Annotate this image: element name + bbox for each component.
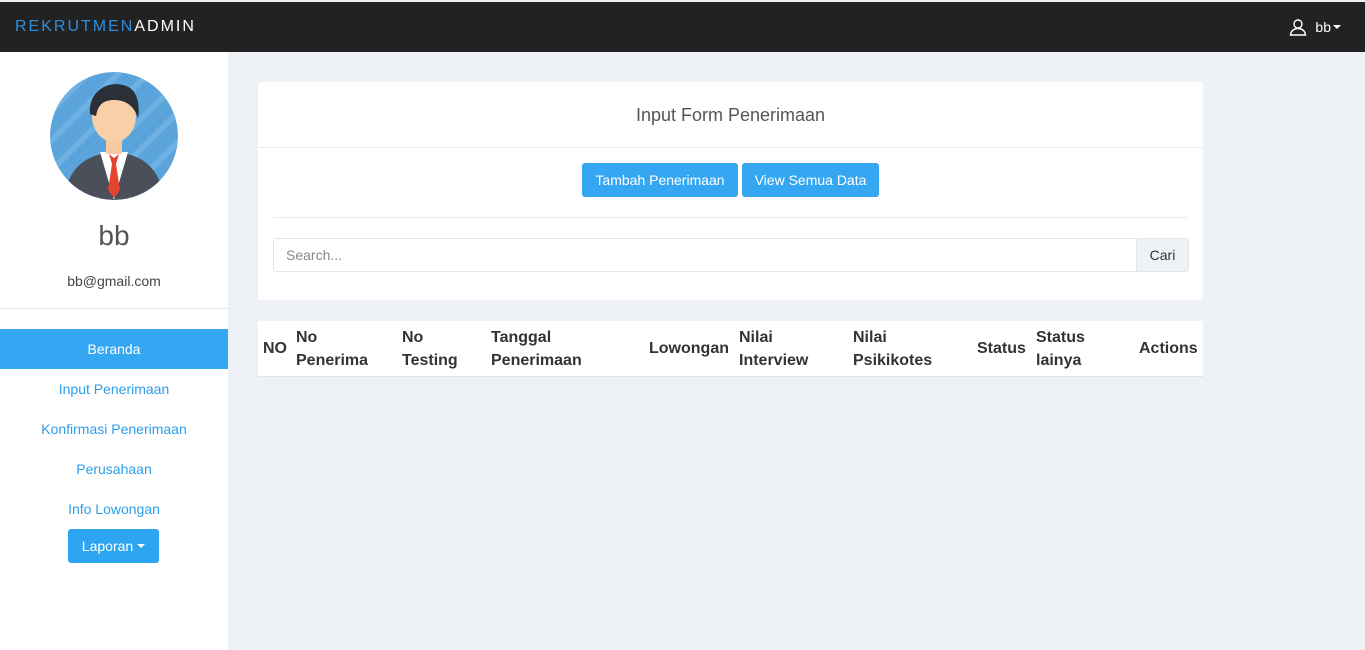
th-tanggal-line2: Penerimaan bbox=[491, 352, 582, 369]
sidebar-divider bbox=[0, 308, 228, 309]
laporan-label: Laporan bbox=[81, 538, 134, 554]
table-header-border bbox=[258, 376, 1203, 377]
user-menu-dropdown[interactable]: bb bbox=[1289, 16, 1341, 38]
search-input[interactable] bbox=[274, 239, 1136, 271]
th-actions: Actions bbox=[1139, 340, 1198, 357]
th-status-lainya-line2: lainya bbox=[1036, 352, 1082, 369]
sidebar: bb bb@gmail.com Beranda Input Penerimaan… bbox=[0, 52, 228, 650]
top-navbar: REKRUTMENADMIN bb bbox=[0, 2, 1365, 52]
data-table: NO No Penerima No Testing Tanggal Peneri… bbox=[258, 321, 1203, 377]
th-no-penerima: No Penerima bbox=[296, 326, 368, 372]
th-tanggal-line1: Tanggal bbox=[491, 329, 552, 346]
cari-button[interactable]: Cari bbox=[1136, 239, 1188, 271]
brand-part-1: REKRUTMEN bbox=[15, 18, 135, 35]
th-nilai-psikotes-line2: Psikikotes bbox=[853, 352, 933, 369]
th-no-penerima-line1: No bbox=[296, 329, 318, 346]
th-no-penerima-line2: Penerima bbox=[296, 352, 369, 369]
input-form-card: Input Form Penerimaan Tambah Penerimaan … bbox=[258, 82, 1203, 300]
th-no-testing: No Testing bbox=[402, 326, 458, 372]
sidebar-item-input-penerimaan[interactable]: Input Penerimaan bbox=[0, 369, 228, 409]
th-tanggal-penerimaan: Tanggal Penerimaan bbox=[491, 326, 582, 372]
sidebar-nav: Beranda Input Penerimaan Konfirmasi Pene… bbox=[0, 329, 228, 529]
user-menu-label: bb bbox=[1315, 19, 1331, 35]
caret-down-icon bbox=[137, 544, 146, 548]
brand-part-2: ADMIN bbox=[134, 18, 196, 35]
th-nilai-psikotes: Nilai Psikikotes bbox=[853, 326, 932, 372]
th-no-testing-line1: No bbox=[402, 329, 424, 346]
brand-logo[interactable]: REKRUTMENADMIN bbox=[15, 18, 196, 36]
profile-name: bb bbox=[98, 220, 130, 251]
card-divider bbox=[258, 147, 1203, 148]
th-nilai-interview: Nilai Interview bbox=[739, 326, 808, 372]
laporan-dropdown-button[interactable]: Laporan bbox=[68, 529, 159, 563]
th-nilai-interview-line2: Interview bbox=[739, 352, 809, 369]
th-nilai-interview-line1: Nilai bbox=[739, 329, 773, 346]
caret-down-icon bbox=[1333, 25, 1341, 29]
search-group: Cari bbox=[273, 238, 1189, 272]
th-status-lainya: Status lainya bbox=[1036, 326, 1085, 372]
user-icon bbox=[1290, 19, 1307, 36]
th-status-lainya-line1: Status bbox=[1036, 329, 1085, 346]
th-nilai-psikotes-line1: Nilai bbox=[853, 329, 887, 346]
th-no: NO bbox=[263, 340, 287, 357]
card-divider bbox=[273, 217, 1188, 218]
sidebar-item-perusahaan[interactable]: Perusahaan bbox=[0, 449, 228, 489]
tambah-penerimaan-button[interactable]: Tambah Penerimaan bbox=[582, 163, 738, 197]
th-lowongan: Lowongan bbox=[649, 340, 729, 357]
card-title: Input Form Penerimaan bbox=[635, 105, 826, 125]
th-status: Status bbox=[977, 340, 1026, 357]
sidebar-item-beranda[interactable]: Beranda bbox=[0, 329, 228, 369]
th-no-testing-line2: Testing bbox=[402, 352, 458, 369]
sidebar-item-info-lowongan[interactable]: Info Lowongan bbox=[0, 489, 228, 529]
avatar bbox=[50, 72, 178, 200]
view-semua-data-button[interactable]: View Semua Data bbox=[742, 163, 879, 197]
profile-email: bb@gmail.com bbox=[67, 273, 161, 289]
sidebar-item-konfirmasi-penerimaan[interactable]: Konfirmasi Penerimaan bbox=[0, 409, 228, 449]
